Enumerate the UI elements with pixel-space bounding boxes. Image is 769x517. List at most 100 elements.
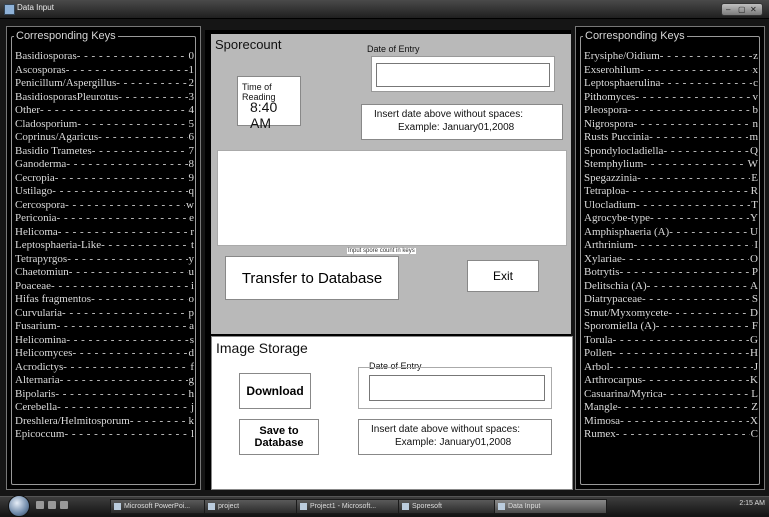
left-key-list: Basidiosporas0Ascosporas1Penicillum/Aspe…	[15, 50, 194, 442]
key-row: Spegazzinia E	[584, 172, 758, 186]
key-leader	[634, 239, 754, 253]
key-name: Cecropia	[15, 171, 55, 184]
key-leader	[618, 401, 751, 415]
right-keys-legend: Corresponding Keys	[583, 30, 687, 42]
key-char: U	[750, 225, 758, 238]
key-name: Periconia	[15, 212, 57, 224]
key-name: Arbol	[584, 360, 610, 373]
taskbar-item-powerpoint[interactable]: Microsoft PowerPoi...	[110, 499, 213, 514]
spore-count-hint: Input spore count in keys	[347, 248, 416, 254]
taskbar-item-data-input[interactable]: Data Input	[494, 499, 607, 514]
key-name: Other	[15, 104, 41, 116]
key-char: 6	[188, 131, 195, 143]
key-leader	[67, 253, 187, 267]
key-leader	[66, 64, 188, 78]
key-leader	[634, 118, 752, 132]
key-name: Alternaria	[15, 374, 60, 386]
key-row: Cladosporium 5	[15, 118, 194, 132]
right-keys-panel: Corresponding Keys Erysiphe/Oidium z Exser…	[575, 26, 765, 490]
quicklaunch-icon[interactable]	[48, 501, 56, 509]
key-char: r	[190, 225, 194, 238]
key-name: Chaetomiun	[15, 266, 69, 278]
key-char: L	[751, 387, 758, 400]
key-name: Arthrocarpus	[584, 374, 643, 386]
date-example: Example: January01,2008	[398, 122, 515, 133]
key-leader	[130, 415, 188, 429]
download-button[interactable]: Download	[239, 373, 311, 409]
key-row: BasidiosporasPleurotus 3	[15, 91, 194, 105]
key-leader	[669, 226, 749, 240]
key-char: g	[188, 374, 195, 386]
time-of-reading-box: Time of Reading 8:40 AM	[237, 76, 301, 131]
key-row: Ulocladium T	[584, 199, 758, 213]
system-clock[interactable]: 2:15 AM	[739, 500, 765, 507]
key-row: Agrocybe-type Y	[584, 212, 758, 226]
key-char: E	[751, 171, 758, 184]
transfer-to-database-button[interactable]: Transfer to Database	[225, 256, 399, 300]
date-of-entry-field[interactable]	[376, 63, 550, 87]
key-name: Ulocladium	[584, 198, 636, 211]
spore-count-input[interactable]	[217, 150, 567, 246]
key-row: Helicomyces d	[15, 347, 194, 361]
maximize-icon[interactable]: ▢	[738, 5, 746, 14]
key-leader	[635, 91, 751, 105]
key-row: Pithomyces v	[584, 91, 758, 105]
key-name: Tetraploa	[584, 185, 626, 197]
key-row: Leptosphaeria-Like t	[15, 239, 194, 253]
key-char: D	[750, 306, 758, 319]
close-icon[interactable]: ✕	[750, 5, 757, 14]
key-name: Penicillum/Aspergillus	[15, 77, 117, 89]
key-row: Cercospora w	[15, 199, 194, 213]
key-name: Sporomiella (A)	[584, 320, 656, 332]
taskbar-item-project[interactable]: project	[204, 499, 305, 514]
key-leader	[64, 428, 189, 442]
key-char: 9	[188, 171, 195, 184]
key-leader	[101, 239, 190, 253]
key-char: C	[750, 428, 758, 440]
key-leader	[55, 388, 187, 402]
key-name: Basidiosporas	[15, 50, 77, 62]
key-char: v	[752, 90, 759, 103]
taskbar-item-sporesoft[interactable]: Sporesoft	[398, 499, 499, 514]
key-name: Diatrypaceae	[584, 293, 643, 305]
key-char: 1	[188, 63, 195, 76]
minimize-icon[interactable]: –	[726, 5, 730, 14]
key-name: Cercospora	[15, 198, 66, 211]
key-char: c	[753, 77, 758, 89]
key-row: Poaceae i	[15, 280, 194, 294]
key-row: Spondylocladiella Q	[584, 145, 758, 159]
key-row: Erysiphe/Oidium z	[584, 50, 758, 64]
key-char: A	[750, 279, 758, 292]
key-leader	[55, 172, 188, 186]
key-name: Cladosporium	[15, 117, 78, 130]
key-leader	[620, 415, 749, 429]
key-char: R	[750, 185, 758, 197]
key-leader	[668, 307, 749, 321]
key-leader	[637, 172, 750, 186]
key-row: Tetrapyrgos y	[15, 253, 194, 267]
key-char: Y	[750, 212, 758, 224]
exit-button[interactable]: Exit	[467, 260, 539, 292]
key-leader	[69, 266, 188, 280]
taskbar-item-project1[interactable]: Project1 - Microsoft...	[296, 499, 407, 514]
key-leader	[627, 104, 751, 118]
quicklaunch-icon[interactable]	[36, 501, 44, 509]
save-to-database-button[interactable]: Save to Database	[239, 419, 319, 455]
key-name: Curvularia	[15, 306, 63, 319]
quicklaunch-icon[interactable]	[60, 501, 68, 509]
key-char: o	[188, 293, 195, 305]
key-row: Bipolaris h	[15, 388, 194, 402]
left-keys-legend: Corresponding Keys	[14, 30, 118, 42]
window-controls[interactable]: – ▢ ✕	[721, 3, 763, 16]
key-row: Ascosporas 1	[15, 64, 194, 78]
key-char: 8	[188, 158, 195, 170]
image-date-of-entry-input[interactable]	[369, 375, 545, 401]
key-leader	[40, 104, 187, 118]
image-date-groupbox	[358, 367, 552, 409]
key-name: Leptosphaeria-Like	[15, 239, 102, 251]
key-row: Penicillum/Aspergillus 2	[15, 77, 194, 91]
key-row: Acrodictys f	[15, 361, 194, 375]
key-char: z	[753, 50, 758, 62]
date-of-entry-input[interactable]	[371, 56, 555, 92]
key-row: Dreshlera/Helmitosporum k	[15, 415, 194, 429]
